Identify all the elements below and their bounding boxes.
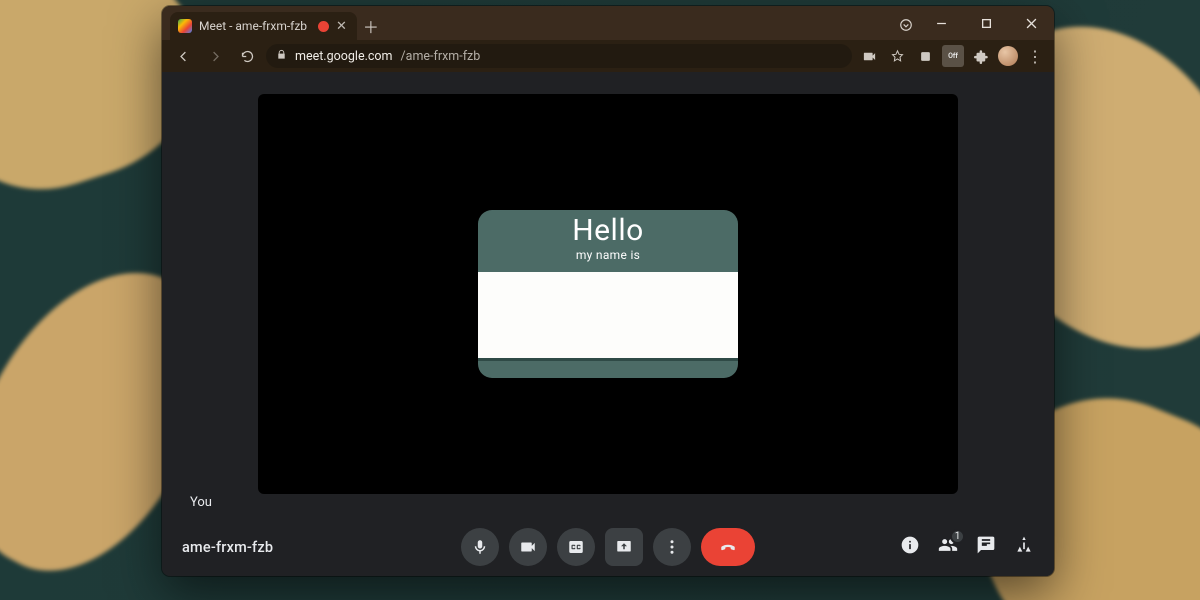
chat-button[interactable] [976, 535, 996, 559]
extension-icon[interactable] [914, 45, 936, 67]
close-window-button[interactable] [1009, 6, 1054, 40]
camera-button[interactable] [509, 528, 547, 566]
meet-bottom-bar: ame-frxm-fzb [162, 518, 1054, 576]
meeting-info-button[interactable] [900, 535, 920, 559]
window-controls [919, 6, 1054, 40]
more-options-button[interactable] [653, 528, 691, 566]
meeting-code: ame-frxm-fzb [182, 539, 273, 556]
chrome-menu-button[interactable]: ⋮ [1024, 45, 1046, 67]
minimize-button[interactable] [919, 6, 964, 40]
people-button[interactable]: 1 [938, 535, 958, 559]
nametag-hello: Hello [478, 216, 738, 246]
browser-tab[interactable]: Meet - ame-frxm-fzb ✕ [170, 12, 357, 40]
call-controls [461, 528, 755, 566]
nametag-footer [478, 358, 738, 378]
chrome-window: Meet - ame-frxm-fzb ✕ ＋ meet.google.com/… [162, 6, 1054, 576]
reload-button[interactable] [234, 43, 260, 69]
bookmark-star-icon[interactable] [886, 45, 908, 67]
participant-count-badge: 1 [950, 529, 965, 544]
captions-button[interactable] [557, 528, 595, 566]
nav-forward-button[interactable] [202, 43, 228, 69]
tab-strip: Meet - ame-frxm-fzb ✕ ＋ [162, 6, 1054, 40]
nav-back-button[interactable] [170, 43, 196, 69]
address-bar[interactable]: meet.google.com/ame-frxm-fzb [266, 44, 852, 68]
nametag-card: Hello my name is [478, 210, 738, 378]
nametag-subtitle: my name is [478, 248, 738, 262]
tab-title: Meet - ame-frxm-fzb [199, 19, 307, 33]
self-label: You [190, 495, 212, 510]
camera-permission-icon[interactable] [858, 45, 880, 67]
close-tab-button[interactable]: ✕ [336, 19, 347, 34]
mic-button[interactable] [461, 528, 499, 566]
leave-call-button[interactable] [701, 528, 755, 566]
nametag-name-area [478, 272, 738, 358]
new-tab-button[interactable]: ＋ [357, 12, 385, 40]
video-stage: Hello my name is [258, 94, 958, 494]
url-domain: meet.google.com [295, 49, 393, 64]
recording-indicator-icon [318, 21, 329, 32]
side-panel-controls: 1 [900, 535, 1034, 559]
profile-avatar[interactable] [998, 46, 1018, 66]
meet-app: Hello my name is You ame-frxm-fzb [162, 72, 1054, 576]
activities-button[interactable] [1014, 535, 1034, 559]
search-tabs-button[interactable] [893, 10, 919, 40]
lock-icon [276, 49, 287, 64]
meet-favicon-icon [178, 19, 192, 33]
toolbar: meet.google.com/ame-frxm-fzb Off ⋮ [162, 40, 1054, 72]
maximize-button[interactable] [964, 6, 1009, 40]
present-button[interactable] [605, 528, 643, 566]
extensions-puzzle-icon[interactable] [970, 45, 992, 67]
extension-off-badge[interactable]: Off [942, 45, 964, 67]
url-path: /ame-frxm-fzb [401, 49, 481, 64]
